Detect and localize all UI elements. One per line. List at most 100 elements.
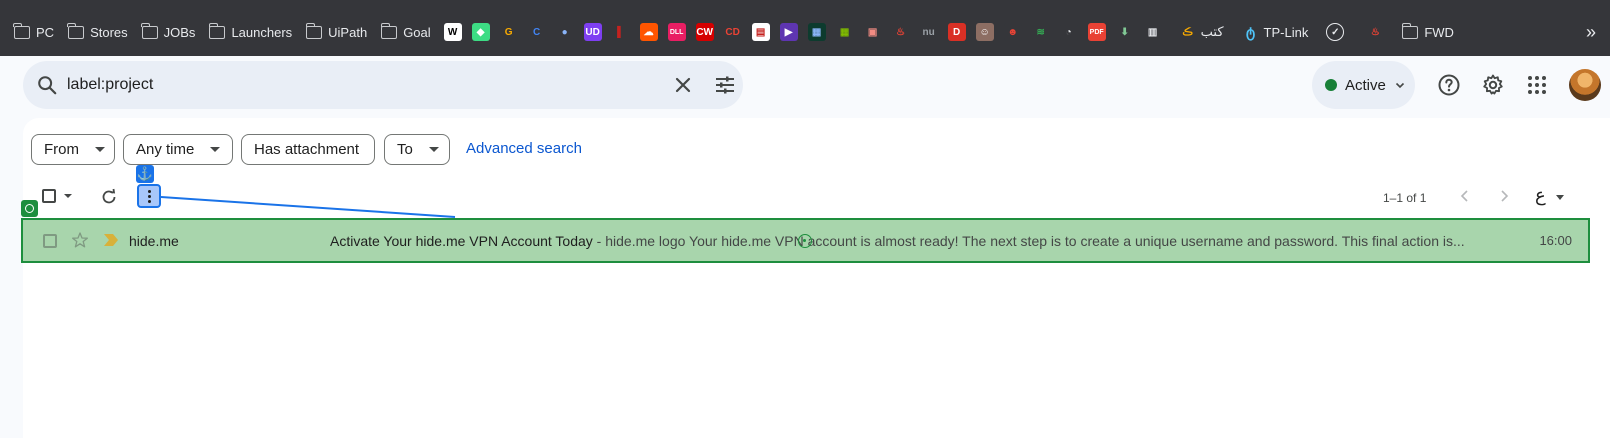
bookmark-video[interactable]: ▶ xyxy=(775,17,803,47)
bookmark-purple-app[interactable]: UD xyxy=(579,17,607,47)
bookmark-folder-uipath[interactable]: UiPath xyxy=(300,17,373,47)
select-all-checkbox[interactable] xyxy=(42,189,56,203)
bookmark-d[interactable]: D xyxy=(943,17,971,47)
advanced-search-link[interactable]: Advanced search xyxy=(466,140,582,157)
status-dropdown[interactable]: Active xyxy=(1312,61,1415,109)
bookmark-speedometer[interactable]: ◔ xyxy=(1055,17,1083,47)
bookmark-flame-app[interactable]: ♨ xyxy=(887,17,915,47)
folder-icon xyxy=(208,22,226,39)
bookmark-folder-stores[interactable]: Stores xyxy=(62,17,134,47)
bookmark-label: Stores xyxy=(90,24,128,40)
chevron-left-icon[interactable] xyxy=(1457,188,1473,204)
bookmark-soundcloud[interactable]: ☁ xyxy=(635,17,663,47)
from-filter-chip[interactable]: From xyxy=(31,134,115,165)
gear-icon[interactable] xyxy=(1481,73,1505,97)
bookmarks-bar: PC Stores JOBs Launchers UiPath Goal W ◆ G… xyxy=(0,8,1610,56)
folder-icon xyxy=(141,22,158,39)
email-subject-line: Activate Your hide.me VPN Account Today … xyxy=(330,233,1465,249)
close-icon[interactable] xyxy=(671,73,695,97)
main-content-card xyxy=(23,118,1610,438)
bookmark-label: Goal xyxy=(403,24,431,40)
fire-icon: ♨ xyxy=(1366,23,1385,41)
bookmark-tplink[interactable]: ტ TP-Link xyxy=(1232,17,1315,47)
chevron-down-icon xyxy=(428,147,439,152)
select-options-chevron-icon[interactable] xyxy=(64,194,72,198)
importance-marker-icon[interactable] xyxy=(103,233,119,247)
email-sender: hide.me xyxy=(129,233,179,249)
bookmark-folder-goal[interactable]: Goal xyxy=(375,17,436,47)
bookmark-microsoft[interactable]: ▦ xyxy=(831,17,859,47)
bookmark-dll[interactable]: DLL xyxy=(663,17,691,47)
chip-label: Has attachment xyxy=(254,141,360,158)
shield-icon: ✓ xyxy=(1326,23,1345,41)
target-marker-icon xyxy=(21,200,38,217)
gamepad-favicon-icon: ▣ xyxy=(863,23,882,41)
bookmark-label: FWD xyxy=(1424,24,1454,40)
favicon-bookmarks: W ◆ G C ● UD ▌ ☁ DLL CW CD ▤ ▶ ▦ ▦ ▣ ♨ nu D ☺ ☻ ≋ ◔ PDF ⬇ ▥ xyxy=(439,17,1167,47)
chevron-down-icon xyxy=(1395,82,1405,89)
bookmark-label: JOBs xyxy=(163,24,196,40)
bookmark-nu[interactable]: nu xyxy=(915,17,943,47)
search-bar[interactable]: label:project xyxy=(23,61,743,109)
android-favicon-icon: ◆ xyxy=(471,23,490,41)
chevron-right-icon[interactable] xyxy=(1496,188,1512,204)
email-snippet: - hide.me logo Your hide.me VPN account … xyxy=(592,233,1465,249)
avatar[interactable] xyxy=(1569,69,1601,101)
bookmark-drop[interactable]: ● xyxy=(551,17,579,47)
bookmark-wikipedia[interactable]: W xyxy=(439,17,467,47)
chip-label: From xyxy=(44,141,79,158)
bookmark-android[interactable]: ◆ xyxy=(467,17,495,47)
bookmark-archive[interactable]: ▥ xyxy=(1139,17,1167,47)
search-icon[interactable] xyxy=(36,74,58,96)
chip-label: Any time xyxy=(136,141,195,158)
any-time-filter-chip[interactable]: Any time xyxy=(123,134,233,165)
bookmark-chart[interactable]: ▤ xyxy=(747,17,775,47)
d-favicon-icon: D xyxy=(947,23,966,41)
bookmark-arabic-books[interactable]: ڪ كتب xyxy=(1169,17,1230,47)
bookmark-rainbow[interactable]: ≋ xyxy=(1027,17,1055,47)
bookmark-download[interactable]: ⬇ xyxy=(1111,17,1139,47)
bookmark-terminal[interactable]: ▦ xyxy=(803,17,831,47)
refresh-icon[interactable] xyxy=(100,188,118,206)
bookmark-folder-fwd[interactable]: FWD xyxy=(1396,17,1460,47)
star-icon[interactable] xyxy=(71,231,89,249)
bookmark-label: كتب xyxy=(1200,24,1224,39)
folder-icon xyxy=(13,22,30,39)
bookmark-label: UiPath xyxy=(328,24,368,40)
bookmarks-overflow-chevron-icon[interactable]: » xyxy=(1586,8,1596,56)
bookmark-chrome[interactable]: C xyxy=(523,17,551,47)
row-checkbox[interactable] xyxy=(43,234,57,248)
microsoft-favicon-icon: ▦ xyxy=(835,23,854,41)
bookmark-label: Launchers xyxy=(231,24,293,40)
g-favicon-icon: G xyxy=(499,23,518,41)
more-options-button[interactable] xyxy=(137,184,161,208)
bookmark-red-app[interactable]: ▌ xyxy=(607,17,635,47)
bookmark-label: PC xyxy=(36,24,55,40)
search-query[interactable]: label:project xyxy=(67,76,153,94)
help-icon[interactable] xyxy=(1437,73,1461,97)
bookmark-shield[interactable]: ✓ xyxy=(1316,17,1354,47)
chevron-down-icon[interactable] xyxy=(1556,195,1564,200)
bookmark-folder-launchers[interactable]: Launchers xyxy=(203,17,298,47)
arabic-s-favicon-icon: ڪ xyxy=(1178,23,1197,41)
bookmark-g[interactable]: G xyxy=(495,17,523,47)
bookmark-fire[interactable]: ♨ xyxy=(1356,17,1394,47)
soundcloud-favicon-icon: ☁ xyxy=(639,23,658,41)
flame-app-favicon-icon: ♨ xyxy=(891,23,910,41)
bookmark-cw[interactable]: CW xyxy=(691,17,719,47)
apps-grid-icon[interactable] xyxy=(1525,73,1549,97)
bookmark-cd[interactable]: CD xyxy=(719,17,747,47)
bookmark-folder-jobs[interactable]: JOBs xyxy=(136,17,202,47)
bookmark-face[interactable]: ☻ xyxy=(999,17,1027,47)
tune-icon[interactable] xyxy=(713,73,737,97)
email-subject: Activate Your hide.me VPN Account Today xyxy=(330,233,593,249)
wikipedia-favicon-icon: W xyxy=(443,23,462,41)
bookmark-portrait[interactable]: ☺ xyxy=(971,17,999,47)
folder-icon xyxy=(305,22,323,39)
bookmark-folder-pc[interactable]: PC xyxy=(8,17,60,47)
has-attachment-filter-chip[interactable]: Has attachment xyxy=(241,134,375,165)
input-language-selector[interactable]: ع xyxy=(1535,185,1546,206)
bookmark-pdf[interactable]: PDF xyxy=(1083,17,1111,47)
bookmark-gamepad[interactable]: ▣ xyxy=(859,17,887,47)
to-filter-chip[interactable]: To xyxy=(384,134,450,165)
